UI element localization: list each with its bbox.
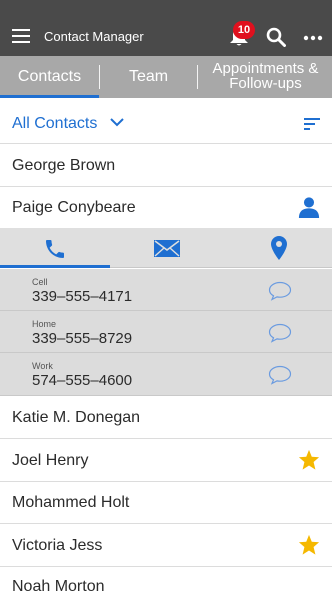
chevron-down-icon[interactable] xyxy=(110,117,124,127)
hamburger-menu-icon[interactable] xyxy=(12,29,30,43)
tab-team[interactable]: Team xyxy=(100,56,197,98)
search-icon[interactable] xyxy=(266,27,286,47)
contact-name: Paige Conybeare xyxy=(12,199,136,216)
app-title: Contact Manager xyxy=(44,29,144,44)
contact-name: Noah Morton xyxy=(12,578,105,591)
star-icon[interactable] xyxy=(298,534,320,556)
more-horizontal-icon[interactable] xyxy=(303,35,323,41)
contact-name: Katie M. Donegan xyxy=(12,409,141,426)
call-tab[interactable] xyxy=(0,228,110,268)
message-icon[interactable] xyxy=(268,365,292,385)
sort-icon[interactable] xyxy=(304,118,320,130)
contact-action-tabs xyxy=(0,228,332,268)
message-icon[interactable] xyxy=(268,323,292,343)
email-tab[interactable] xyxy=(111,228,221,268)
phone-number[interactable]: 339–555–4171 xyxy=(32,288,132,305)
phone-number[interactable]: 574–555–4600 xyxy=(32,372,132,389)
phone-type-label: Home xyxy=(32,319,57,329)
contact-name: George Brown xyxy=(12,157,116,174)
contact-row[interactable]: Noah Morton xyxy=(0,567,332,591)
tab-bar: Contacts Team Appointments & Follow-ups xyxy=(0,56,332,98)
person-icon[interactable] xyxy=(298,196,320,218)
location-pin-icon xyxy=(271,236,287,260)
contact-row[interactable]: Katie M. Donegan xyxy=(0,396,332,439)
tab-contacts[interactable]: Contacts xyxy=(0,56,99,98)
map-tab[interactable] xyxy=(222,228,332,268)
phone-row[interactable]: Cell 339–555–4171 xyxy=(0,269,332,311)
contact-name: Victoria Jess xyxy=(12,537,103,554)
tab-divider xyxy=(197,65,198,89)
phone-row[interactable]: Work 574–555–4600 xyxy=(0,353,332,396)
phone-row[interactable]: Home 339–555–8729 xyxy=(0,311,332,353)
phone-number[interactable]: 339–555–8729 xyxy=(32,330,132,347)
notification-badge: 10 xyxy=(233,21,255,39)
filter-row: All Contacts xyxy=(0,98,332,144)
phone-type-label: Work xyxy=(32,361,53,371)
mail-icon xyxy=(154,240,180,257)
star-icon[interactable] xyxy=(298,449,320,471)
contact-row[interactable]: Victoria Jess xyxy=(0,524,332,567)
contact-filter-dropdown[interactable]: All Contacts xyxy=(12,115,97,133)
contact-name: Joel Henry xyxy=(12,452,89,469)
tab-appointments[interactable]: Appointments & Follow-ups xyxy=(199,56,332,98)
app-bar: Contact Manager 10 xyxy=(0,0,332,56)
phone-type-label: Cell xyxy=(32,277,48,287)
message-icon[interactable] xyxy=(268,281,292,301)
contact-row[interactable]: Mohammed Holt xyxy=(0,481,332,524)
phone-icon xyxy=(46,240,64,258)
contact-row[interactable]: Joel Henry xyxy=(0,439,332,482)
contact-row[interactable]: George Brown xyxy=(0,144,332,187)
contact-row[interactable]: Paige Conybeare xyxy=(0,186,332,229)
contact-name: Mohammed Holt xyxy=(12,494,130,511)
active-action-indicator xyxy=(0,265,110,268)
